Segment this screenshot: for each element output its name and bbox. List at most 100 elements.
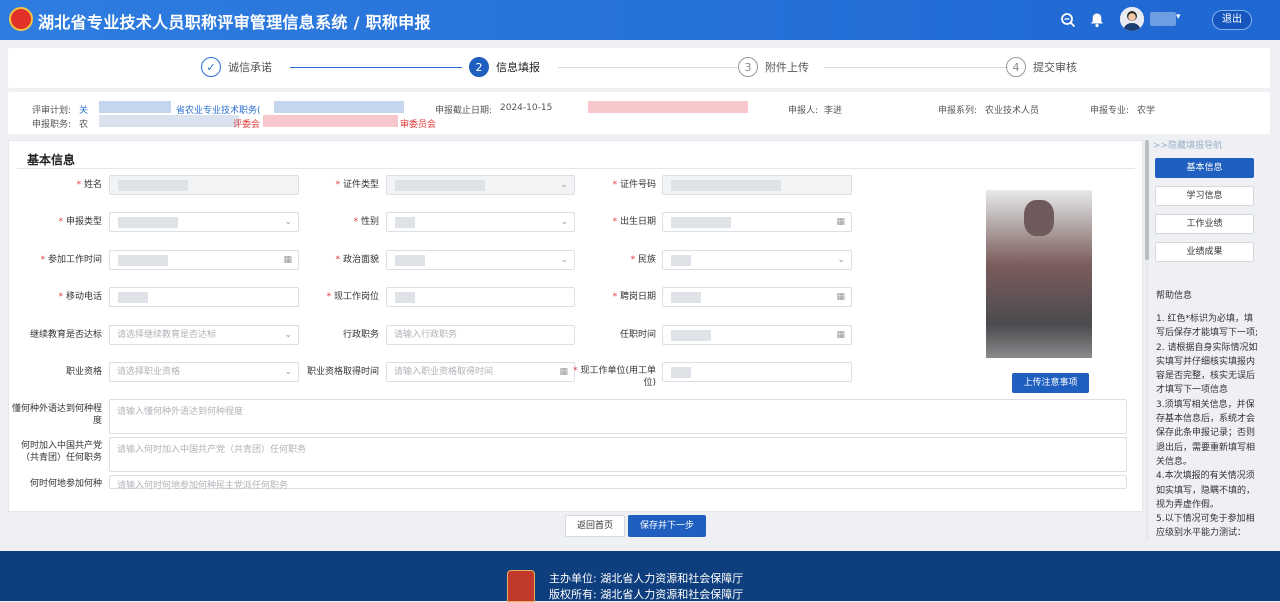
employer-label: * 现工作单位(用工单位) (573, 366, 656, 388)
id-number-label: * 证件号码 (612, 180, 656, 190)
user-name[interactable] (1150, 12, 1176, 26)
deadline-value: 2024-10-15 (500, 103, 553, 113)
mobile-field[interactable] (109, 287, 299, 307)
name-field[interactable] (109, 175, 299, 195)
position-label: 申报职务: (32, 120, 72, 130)
cont-edu-select[interactable]: 请选择继续教育是否达标 ⌄ (109, 325, 299, 345)
top-bar: 湖北省专业技术人员职称评审管理信息系统 / 职称申报 ▾ 退出 (0, 0, 1280, 40)
emblem-icon (9, 7, 33, 31)
committee-text: 审委员会 (400, 120, 437, 130)
footer-host: 主办单位: 湖北省人力资源和社会保障厅 (549, 572, 744, 585)
nav-basic-info[interactable]: 基本信息 (1155, 158, 1254, 178)
page-title: 湖北省专业技术人员职称评审管理信息系统 / 职称申报 (38, 13, 431, 32)
applicant-photo (986, 190, 1092, 358)
political-label: * 政治面貌 (335, 255, 379, 265)
apply-type-select[interactable]: ⌄ (109, 212, 299, 232)
check-icon: ✓ (201, 57, 221, 77)
id-number-field[interactable] (662, 175, 852, 195)
upload-notice-button[interactable]: 上传注意事项 (1012, 373, 1089, 393)
qual-time-label: 职业资格取得时间 (306, 367, 379, 377)
plan-prefix: 关 (79, 106, 89, 116)
help-panel: 帮助信息 1. 红色*标识为必填，填写后保存才能填写下一项; 2. 请根据自身实… (1150, 280, 1262, 542)
position-prefix: 农 (79, 120, 89, 130)
chevron-down-icon[interactable]: ▾ (1176, 12, 1181, 22)
gender-label: * 性别 (353, 217, 379, 227)
political-select[interactable]: ⌄ (386, 250, 575, 270)
nav-achievements[interactable]: 业绩成果 (1155, 242, 1254, 262)
divider (17, 168, 1135, 169)
calendar-icon: ▦ (836, 330, 845, 340)
series-value: 农业技术人员 (985, 106, 1040, 116)
gender-select[interactable]: ⌄ (386, 212, 575, 232)
footer: 主办单位: 湖北省人力资源和社会保障厅 版权所有: 湖北省人力资源和社会保障厅 (0, 551, 1280, 602)
back-home-button[interactable]: 返回首页 (565, 515, 625, 537)
save-next-button[interactable]: 保存并下一步 (628, 515, 706, 537)
search-icon[interactable] (1059, 11, 1077, 29)
help-title: 帮助信息 (1156, 291, 1193, 301)
qual-time-picker[interactable]: 请输入职业资格取得时间 ▦ (386, 362, 575, 382)
language-label: 懂何种外语达到何种程度 (11, 404, 102, 426)
ministry-logo-icon (507, 570, 535, 602)
deadline-label: 申报截止日期: (435, 106, 493, 116)
application-info: 评审计划: 关 省农业专业技术职务( 申报截止日期: 2024-10-15 申报… (8, 92, 1270, 134)
logout-button[interactable]: 退出 (1212, 10, 1252, 30)
mobile-label: * 移动电话 (58, 292, 102, 302)
step-number: 4 (1006, 57, 1026, 77)
redacted (588, 101, 748, 113)
step-number: 3 (738, 57, 758, 77)
other-textarea[interactable]: 请输入何时何地参加何种民主党派任何职务 (109, 475, 1127, 491)
admin-post-label: 行政职务 (342, 330, 379, 340)
step-connector-done (290, 67, 462, 68)
work-start-picker[interactable]: ▦ (109, 250, 299, 270)
step-submit-review: 4 提交审核 (1006, 57, 1077, 77)
step-number: 2 (469, 57, 489, 77)
nav-work-performance[interactable]: 工作业绩 (1155, 214, 1254, 234)
major-label: 申报专业: (1090, 106, 1130, 116)
plan-redacted (274, 101, 404, 113)
hire-date-picker[interactable]: ▦ (662, 287, 852, 307)
step-info-fill: 2 信息填报 (469, 57, 540, 77)
employer-field[interactable] (662, 362, 852, 382)
current-post-label: * 现工作岗位 (326, 292, 379, 302)
step-integrity-promise: ✓ 诚信承诺 (201, 57, 272, 77)
scrollbar-thumb[interactable] (1145, 140, 1149, 260)
id-type-select[interactable]: ⌄ (386, 175, 575, 195)
appoint-time-label: 任职时间 (619, 330, 656, 340)
other-label: 何时何地参加何种 (29, 479, 102, 489)
party-textarea[interactable]: 请输入何时加入中国共产党（共青团）任何职务 (109, 437, 1127, 472)
calendar-icon: ▦ (836, 292, 845, 302)
apply-type-label: * 申报类型 (58, 217, 102, 227)
ethnicity-label: * 民族 (630, 255, 656, 265)
appoint-time-picker[interactable]: ▦ (662, 325, 852, 345)
qualification-select[interactable]: 请选择职业资格 ⌄ (109, 362, 299, 382)
major-value: 农学 (1137, 106, 1156, 116)
applicant-value: 李进 (824, 106, 843, 116)
footer-copyright: 版权所有: 湖北省人力资源和社会保障厅 (549, 588, 744, 601)
position-redacted (99, 115, 239, 127)
step-attachment-upload: 3 附件上传 (738, 57, 809, 77)
party-label: 何时加入中国共产党（共青团）任何职务 (20, 441, 102, 463)
section-title: 基本信息 (27, 153, 76, 167)
current-post-field[interactable] (386, 287, 575, 307)
plan-redacted (99, 101, 171, 113)
committee-text: 评委会 (233, 120, 261, 130)
birth-date-label: * 出生日期 (612, 217, 656, 227)
help-text: 1. 红色*标识为必填，填写后保存才能填写下一项; 2. 请根据自身实际情况如实… (1156, 314, 1259, 539)
qualification-label: 职业资格 (65, 367, 102, 377)
admin-post-field[interactable]: 请输入行政职务 (386, 325, 575, 345)
name-label: * 姓名 (76, 180, 102, 190)
hire-date-label: * 聘岗日期 (612, 292, 656, 302)
redacted (263, 115, 398, 127)
birth-date-picker[interactable]: ▦ (662, 212, 852, 232)
bell-icon[interactable] (1088, 11, 1106, 29)
plan-label: 评审计划: (32, 106, 72, 116)
calendar-icon: ▦ (836, 217, 845, 227)
ethnicity-select[interactable]: ⌄ (662, 250, 852, 270)
toggle-nav-link[interactable]: >>隐藏填报导航 (1153, 138, 1222, 151)
id-type-label: * 证件类型 (335, 180, 379, 190)
user-avatar[interactable] (1120, 7, 1144, 31)
language-textarea[interactable]: 请输入懂何种外语达到何种程度 (109, 399, 1127, 434)
nav-study-info[interactable]: 学习信息 (1155, 186, 1254, 206)
progress-steps: ✓ 诚信承诺 2 信息填报 3 附件上传 4 提交审核 (8, 48, 1270, 88)
step-connector (824, 67, 1008, 68)
